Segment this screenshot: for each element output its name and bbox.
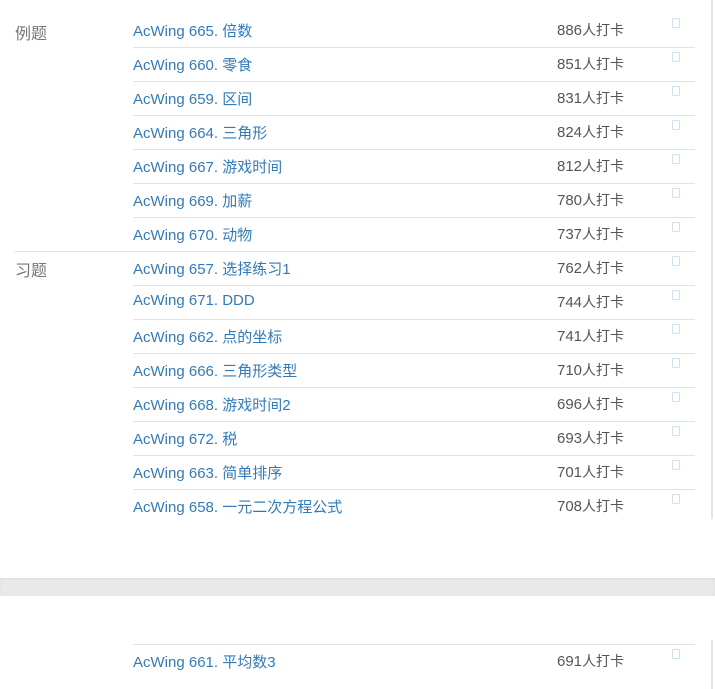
problem-row[interactable]: AcWing 672. 税 693人打卡	[133, 421, 695, 455]
checkin-count: 812人打卡	[557, 158, 625, 175]
problem-row[interactable]: AcWing 667. 游戏时间 812人打卡	[133, 149, 695, 183]
problem-link[interactable]: AcWing 657. 选择练习1	[133, 258, 291, 279]
problem-row[interactable]: AcWing 665. 倍数 886人打卡	[133, 14, 695, 48]
problem-row[interactable]: AcWing 663. 简单排序 701人打卡	[133, 455, 695, 489]
problem-row[interactable]: AcWing 669. 加薪 780人打卡	[133, 183, 695, 217]
checkbox-icon[interactable]	[672, 494, 680, 504]
checkbox-icon[interactable]	[672, 18, 680, 28]
problem-row[interactable]: AcWing 662. 点的坐标 741人打卡	[133, 319, 695, 353]
checkbox-icon[interactable]	[672, 324, 680, 334]
card-edge	[711, 0, 713, 519]
checkin-count: 708人打卡	[557, 498, 625, 515]
problem-row[interactable]: AcWing 668. 游戏时间2 696人打卡	[133, 387, 695, 421]
problem-row[interactable]: AcWing 659. 区间 831人打卡	[133, 81, 695, 115]
problem-link[interactable]: AcWing 670. 动物	[133, 224, 252, 245]
card-edge	[711, 640, 713, 689]
checkbox-icon[interactable]	[672, 290, 680, 300]
problem-row[interactable]: AcWing 670. 动物 737人打卡	[133, 217, 695, 251]
checkbox-icon[interactable]	[672, 460, 680, 470]
checkin-count: 780人打卡	[557, 192, 625, 209]
checkin-count: 762人打卡	[557, 260, 625, 277]
checkin-count: 691人打卡	[557, 653, 625, 670]
problem-link[interactable]: AcWing 663. 简单排序	[133, 462, 282, 483]
problem-row[interactable]: AcWing 660. 零食 851人打卡	[133, 47, 695, 81]
problem-link[interactable]: AcWing 669. 加薪	[133, 190, 252, 211]
checkin-count: 737人打卡	[557, 226, 625, 243]
section-label-examples: 例题	[15, 26, 48, 43]
checkbox-icon[interactable]	[672, 392, 680, 402]
checkin-count: 744人打卡	[557, 294, 625, 311]
checkin-count: 851人打卡	[557, 56, 625, 73]
checkbox-icon[interactable]	[672, 52, 680, 62]
problem-row[interactable]: AcWing 664. 三角形 824人打卡	[133, 115, 695, 149]
problem-row[interactable]: AcWing 657. 选择练习1 762人打卡	[133, 251, 695, 285]
section-divider	[15, 251, 133, 252]
problem-link[interactable]: AcWing 667. 游戏时间	[133, 156, 282, 177]
checkbox-icon[interactable]	[672, 256, 680, 266]
card-gap	[0, 578, 715, 596]
checkbox-icon[interactable]	[672, 222, 680, 232]
checkin-count: 693人打卡	[557, 430, 625, 447]
checkbox-icon[interactable]	[672, 426, 680, 436]
checkbox-icon[interactable]	[672, 120, 680, 130]
checkin-count: 824人打卡	[557, 124, 625, 141]
checkin-count: 701人打卡	[557, 464, 625, 481]
problem-link[interactable]: AcWing 660. 零食	[133, 54, 252, 75]
problem-link[interactable]: AcWing 658. 一元二次方程公式	[133, 496, 342, 517]
checkbox-icon[interactable]	[672, 358, 680, 368]
checkin-count: 886人打卡	[557, 22, 625, 39]
problem-link[interactable]: AcWing 664. 三角形	[133, 122, 267, 143]
problem-link[interactable]: AcWing 661. 平均数3	[133, 651, 276, 672]
problem-link[interactable]: AcWing 665. 倍数	[133, 20, 252, 41]
checkin-count: 696人打卡	[557, 396, 625, 413]
problem-link[interactable]: AcWing 668. 游戏时间2	[133, 394, 291, 415]
problem-link[interactable]: AcWing 662. 点的坐标	[133, 326, 282, 347]
checkbox-icon[interactable]	[672, 649, 680, 659]
problem-link[interactable]: AcWing 659. 区间	[133, 88, 252, 109]
checkbox-icon[interactable]	[672, 188, 680, 198]
problem-link[interactable]: AcWing 672. 税	[133, 428, 237, 449]
problem-row[interactable]: AcWing 671. DDD 744人打卡	[133, 285, 695, 319]
problem-link[interactable]: AcWing 666. 三角形类型	[133, 360, 297, 381]
problem-row[interactable]: AcWing 661. 平均数3 691人打卡	[133, 644, 695, 678]
checkbox-icon[interactable]	[672, 154, 680, 164]
problem-row[interactable]: AcWing 658. 一元二次方程公式 708人打卡	[133, 489, 695, 523]
checkbox-icon[interactable]	[672, 86, 680, 96]
problem-link[interactable]: AcWing 671. DDD	[133, 292, 255, 309]
checkin-count: 741人打卡	[557, 328, 625, 345]
checkin-count: 710人打卡	[557, 362, 625, 379]
problem-row[interactable]: AcWing 666. 三角形类型 710人打卡	[133, 353, 695, 387]
section-label-exercises: 习题	[15, 263, 48, 280]
checkin-count: 831人打卡	[557, 90, 625, 107]
